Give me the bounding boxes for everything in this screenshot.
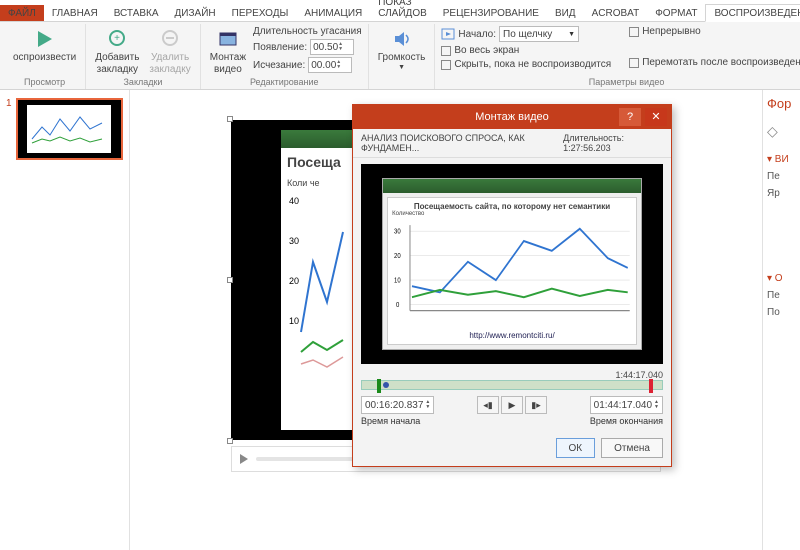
tab-insert[interactable]: ВСТАВКА xyxy=(106,5,167,21)
end-time-input[interactable]: 01:44:17.040▲▼ xyxy=(590,396,663,414)
play-pause-button[interactable]: ▶ xyxy=(501,396,523,414)
tab-view[interactable]: ВИД xyxy=(547,5,584,21)
bookmark-remove-icon xyxy=(158,27,182,51)
add-bookmark-button[interactable]: + Добавить закладку xyxy=(92,26,142,76)
bookmark-add-icon: + xyxy=(105,27,129,51)
fullscreen-checkbox[interactable]: Во весь экран xyxy=(441,45,611,56)
tab-slideshow[interactable]: ПОКАЗ СЛАЙДОВ xyxy=(370,0,435,21)
section-crop[interactable]: ▾ О xyxy=(767,273,796,284)
rewind-checkbox[interactable]: Перемотать после воспроизведения xyxy=(629,57,800,68)
tab-file[interactable]: ФАЙЛ xyxy=(0,5,44,21)
tab-review[interactable]: РЕЦЕНЗИРОВАНИЕ xyxy=(435,5,547,21)
next-frame-button[interactable]: ▮▸ xyxy=(525,396,547,414)
format-pane: Фор ◇ ▾ ВИ Пе Яр ▾ О Пе По xyxy=(762,90,800,550)
preview-chart: 0 10 20 30 xyxy=(392,219,632,329)
close-button[interactable]: ✕ xyxy=(645,108,667,126)
trim-end-handle[interactable] xyxy=(649,379,653,393)
preview-chart-title: Посещаемость сайта, по которому нет сема… xyxy=(392,202,632,211)
format-pane-title: Фор xyxy=(767,96,796,111)
video-preview: Посещаемость сайта, по которому нет сема… xyxy=(361,164,663,364)
trim-video-button[interactable]: Монтаж видео xyxy=(207,26,249,76)
next-frame-icon: ▮▸ xyxy=(531,400,540,411)
trim-icon xyxy=(216,27,240,51)
trim-timeline[interactable]: 1:44:17.040 xyxy=(361,370,663,390)
group-video-options-label: Параметры видео xyxy=(441,76,800,87)
group-bookmarks-label: Закладки xyxy=(92,76,194,87)
diagram-icon[interactable]: ◇ xyxy=(767,123,796,140)
row-brightness[interactable]: Яр xyxy=(767,188,796,199)
dialog-titlebar[interactable]: Монтаж видео ? ✕ xyxy=(353,105,671,129)
cancel-button[interactable]: Отмена xyxy=(601,438,663,458)
fade-out-spinner[interactable]: 00.00▲▼ xyxy=(308,57,352,73)
svg-text:40: 40 xyxy=(289,196,299,206)
slide-thumbnail-1[interactable] xyxy=(16,98,123,160)
slide-thumbnails-panel: 1 xyxy=(0,90,130,550)
tab-transitions[interactable]: ПЕРЕХОДЫ xyxy=(224,5,297,21)
dialog-title: Монтаж видео xyxy=(475,111,549,123)
svg-text:10: 10 xyxy=(289,316,299,326)
clip-duration: Длительность: 1:27:56.203 xyxy=(563,133,663,153)
preview-url: http://www.remontciti.ru/ xyxy=(392,331,632,340)
trim-start-handle[interactable] xyxy=(377,379,381,393)
ok-button[interactable]: ОК xyxy=(556,438,596,458)
fade-out-label: Исчезание: xyxy=(253,60,305,71)
row-recolor[interactable]: Пе xyxy=(767,171,796,182)
svg-text:0: 0 xyxy=(396,302,400,310)
fade-in-spinner[interactable]: 00.50▲▼ xyxy=(310,39,354,55)
trim-video-dialog: Монтаж видео ? ✕ АНАЛИЗ ПОИСКОВОГО СПРОС… xyxy=(352,104,672,467)
tab-acrobat[interactable]: ACROBAT xyxy=(584,5,648,21)
timeline-end-label: 1:44:17.040 xyxy=(361,370,663,380)
prev-frame-icon: ◂▮ xyxy=(483,400,492,411)
remove-bookmark-button[interactable]: Удалить закладку xyxy=(146,26,193,76)
tab-home[interactable]: ГЛАВНАЯ xyxy=(44,5,106,21)
help-button[interactable]: ? xyxy=(619,108,641,126)
row-recolor2[interactable]: Пе xyxy=(767,290,796,301)
fade-title: Длительность угасания xyxy=(253,26,362,37)
ribbon: оспроизвести Просмотр + Добавить закладк… xyxy=(0,22,800,90)
end-time-caption: Время окончания xyxy=(590,416,663,426)
tab-animation[interactable]: АНИМАЦИЯ xyxy=(296,5,370,21)
thumb-number: 1 xyxy=(6,98,12,160)
play-icon xyxy=(240,454,248,464)
start-time-caption: Время начала xyxy=(361,416,420,426)
play-icon: ▶ xyxy=(509,400,516,411)
start-time-input[interactable]: 00:16:20.837▲▼ xyxy=(361,396,434,414)
tab-design[interactable]: ДИЗАЙН xyxy=(167,5,224,21)
svg-text:30: 30 xyxy=(394,228,401,236)
preview-chart-ylabel: Количество xyxy=(392,211,632,217)
hide-checkbox[interactable]: Скрыть, пока не воспроизводится xyxy=(441,59,611,70)
svg-text:30: 30 xyxy=(289,236,299,246)
volume-icon xyxy=(390,27,414,51)
loop-checkbox[interactable]: Непрерывно xyxy=(629,26,800,37)
row-position[interactable]: По xyxy=(767,307,796,318)
chevron-down-icon: ▼ xyxy=(398,64,405,71)
group-preview-label: Просмотр xyxy=(10,76,79,87)
playhead[interactable] xyxy=(383,382,389,388)
prev-frame-button[interactable]: ◂▮ xyxy=(477,396,499,414)
start-icon xyxy=(441,27,455,41)
tab-format[interactable]: ФОРМАТ xyxy=(647,5,705,21)
clip-name: АНАЛИЗ ПОИСКОВОГО СПРОСА, КАК ФУНДАМЕН..… xyxy=(361,133,563,153)
group-editing-label: Редактирование xyxy=(207,76,362,87)
section-video[interactable]: ▾ ВИ xyxy=(767,154,796,165)
chevron-down-icon: ▼ xyxy=(568,31,575,38)
fade-in-label: Появление: xyxy=(253,42,307,53)
svg-text:10: 10 xyxy=(394,277,401,285)
start-dropdown[interactable]: По щелчку▼ xyxy=(499,26,579,42)
svg-text:20: 20 xyxy=(289,276,299,286)
play-button[interactable] xyxy=(240,454,248,464)
volume-button[interactable]: Громкость ▼ xyxy=(375,26,429,72)
play-icon xyxy=(33,27,57,51)
svg-text:+: + xyxy=(114,33,120,44)
ribbon-tabs: ФАЙЛ ГЛАВНАЯ ВСТАВКА ДИЗАЙН ПЕРЕХОДЫ АНИ… xyxy=(0,0,800,22)
tab-playback[interactable]: ВОСПРОИЗВЕДЕНИЕ xyxy=(705,4,800,22)
start-label: Начало: xyxy=(458,29,496,40)
play-preview-button[interactable]: оспроизвести xyxy=(10,26,79,64)
svg-text:20: 20 xyxy=(394,253,401,261)
